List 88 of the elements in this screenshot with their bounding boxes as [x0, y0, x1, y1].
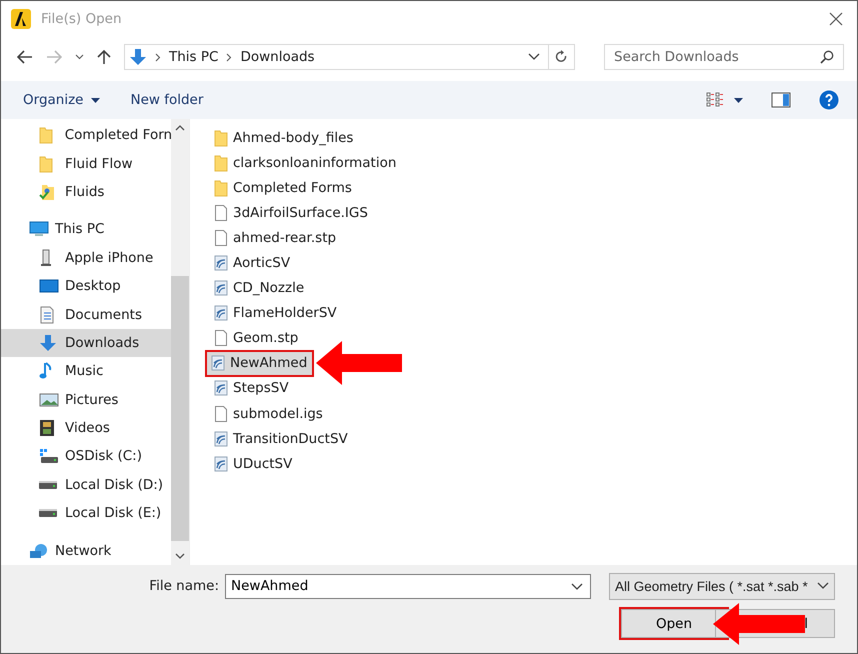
chevron-down-icon[interactable]	[75, 54, 84, 60]
caret-icon	[91, 98, 100, 102]
sidebar-item[interactable]: Local Disk (D:)	[1, 470, 171, 500]
file-item[interactable]: 3dAirfoilSurface.IGS	[210, 201, 373, 224]
help-icon[interactable]	[819, 90, 839, 110]
drive-icon	[39, 509, 57, 518]
model-file-icon	[214, 280, 228, 296]
back-arrow-icon[interactable]	[17, 50, 33, 64]
network-icon	[29, 542, 49, 559]
sidebar-item[interactable]: Fluids	[1, 178, 171, 206]
folder-icon	[39, 126, 53, 144]
search-icon	[820, 50, 834, 64]
folder-icon	[214, 128, 228, 147]
folder-icon	[39, 154, 53, 173]
file-name-field[interactable]: NewAhmed	[225, 574, 591, 598]
folder-icon	[214, 154, 228, 172]
file-item[interactable]: AorticSV	[210, 252, 296, 275]
file-item[interactable]: NewAhmed	[207, 352, 312, 375]
file-item[interactable]: Ahmed-body_files	[210, 126, 358, 150]
organize-button[interactable]: Organize	[13, 88, 110, 112]
file-item[interactable]: StepsSV	[210, 376, 294, 400]
file-item[interactable]: TransitionDuctSV	[210, 427, 353, 450]
music-note-icon	[39, 362, 53, 380]
sidebar-item[interactable]: Local Disk (E:)	[1, 499, 171, 528]
view-options-icon[interactable]	[706, 92, 724, 108]
shared-folder-icon	[39, 182, 55, 201]
file-item[interactable]: Geom.stp	[210, 326, 304, 350]
file-icon	[214, 204, 228, 222]
drive-icon	[39, 448, 59, 464]
address-bar[interactable]: This PC Downloads	[124, 44, 575, 70]
sidebar-item[interactable]: OSDisk (C:)	[1, 442, 171, 471]
window-title: File(s) Open	[41, 11, 122, 27]
file-icon	[214, 404, 228, 423]
refresh-icon	[555, 50, 568, 64]
preview-pane-icon[interactable]	[771, 92, 791, 108]
document-icon	[39, 306, 55, 324]
file-item[interactable]: FlameHolderSV	[210, 302, 342, 325]
chevron-up-icon[interactable]	[175, 125, 185, 131]
chevron-right-icon	[226, 52, 232, 62]
chevron-down-icon[interactable]	[528, 53, 540, 61]
model-file-icon	[214, 456, 228, 472]
model-file-icon	[214, 430, 228, 447]
model-file-icon	[211, 355, 225, 372]
file-icon	[214, 329, 228, 348]
file-item[interactable]: Completed Forms	[210, 176, 357, 200]
picture-icon	[39, 392, 59, 407]
file-item[interactable]: submodel.igs	[210, 402, 328, 426]
caret-icon[interactable]	[734, 98, 743, 102]
sidebar-item[interactable]: Completed Forn	[1, 121, 171, 150]
file-item[interactable]: CD_Nozzle	[210, 276, 310, 300]
up-arrow-icon[interactable]	[97, 49, 111, 65]
film-icon	[39, 419, 55, 438]
breadcrumb-item[interactable]: Downloads	[240, 49, 315, 65]
folder-icon	[214, 178, 228, 197]
sidebar-item[interactable]: Documents	[1, 300, 171, 329]
search-field[interactable]: Search Downloads	[604, 44, 844, 70]
model-file-icon	[214, 380, 228, 396]
chevron-down-icon	[817, 582, 829, 590]
file-item[interactable]: UDuctSV	[210, 452, 298, 476]
model-file-icon	[214, 255, 228, 272]
file-item[interactable]: ahmed-rear.stp	[210, 226, 342, 250]
sidebar-item[interactable]: This PC	[1, 215, 171, 244]
new-folder-button[interactable]: New folder	[120, 88, 214, 112]
chevron-right-icon	[155, 52, 161, 62]
sidebar-item[interactable]: Desktop	[1, 272, 171, 300]
phone-icon	[39, 248, 53, 267]
chevron-down-icon[interactable]	[175, 553, 185, 559]
close-icon[interactable]	[829, 12, 843, 26]
sidebar-item[interactable]: Videos	[1, 414, 171, 442]
chevron-down-icon[interactable]	[571, 582, 583, 590]
sidebar-item[interactable]: Downloads	[1, 328, 171, 358]
sidebar-item[interactable]: Fluid Flow	[1, 149, 171, 178]
sidebar-item[interactable]: Apple iPhone	[1, 244, 171, 272]
file-item[interactable]: clarksonloaninformation	[210, 151, 402, 174]
desktop-icon	[39, 278, 59, 294]
file-type-dropdown[interactable]: All Geometry Files ( *.sat *.sab *	[609, 572, 835, 600]
sidebar-item[interactable]: Pictures	[1, 386, 171, 414]
sidebar-item[interactable]: Network	[1, 536, 171, 565]
file-icon	[214, 228, 228, 247]
app-logo-icon	[11, 9, 31, 29]
model-file-icon	[214, 305, 228, 322]
drive-icon	[39, 480, 57, 489]
monitor-icon	[29, 221, 49, 238]
down-arrow-icon	[129, 48, 147, 66]
file-name-label: File name:	[149, 578, 219, 594]
sidebar-item[interactable]: Music	[1, 357, 171, 386]
down-arrow-icon	[39, 334, 57, 352]
breadcrumb-item[interactable]: This PC	[169, 49, 218, 65]
